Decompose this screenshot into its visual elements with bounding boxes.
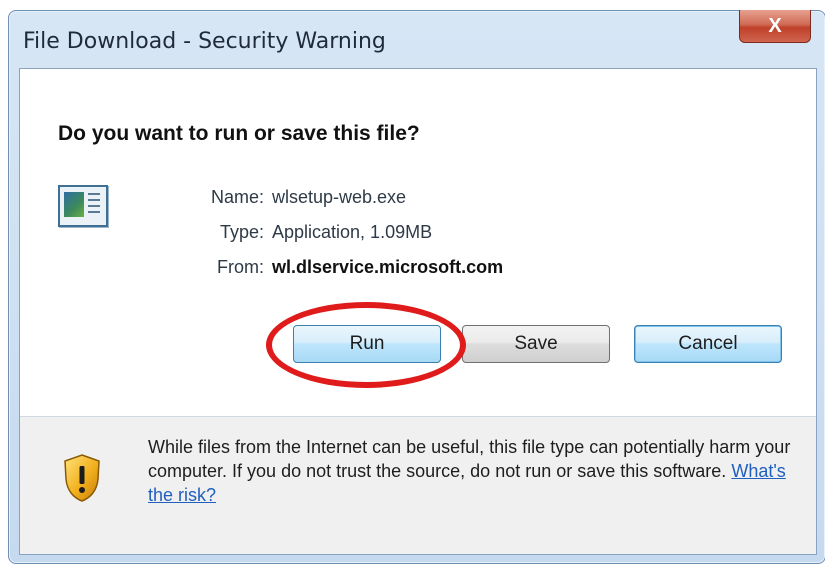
type-label: Type: [219, 222, 264, 242]
warning-footer: While files from the Internet can be use… [20, 417, 816, 554]
warning-text: While files from the Internet can be use… [148, 437, 791, 481]
file-type-value: Application, 1.09MB [272, 222, 433, 242]
title-bar[interactable]: File Download - Security Warning X [9, 10, 825, 69]
security-shield-icon [64, 454, 100, 502]
close-button[interactable]: X [739, 10, 811, 43]
save-button[interactable]: Save [462, 325, 610, 363]
warning-message: While files from the Internet can be use… [148, 435, 798, 507]
security-warning-dialog: File Download - Security Warning X Do yo… [8, 10, 825, 564]
red-annotation-circle [266, 302, 466, 388]
application-file-icon [58, 185, 108, 227]
file-name-value: wlsetup-web.exe [272, 187, 407, 207]
window-title: File Download - Security Warning [23, 29, 386, 54]
name-label: Name: [210, 187, 264, 207]
file-source-value: wl.dlservice.microsoft.com [272, 257, 504, 277]
from-label: From: [217, 257, 264, 277]
close-icon: X [768, 14, 782, 37]
dialog-question: Do you want to run or save this file? [58, 122, 420, 145]
dialog-body: Do you want to run or save this file? Na… [19, 68, 817, 555]
cancel-button[interactable]: Cancel [634, 325, 782, 363]
